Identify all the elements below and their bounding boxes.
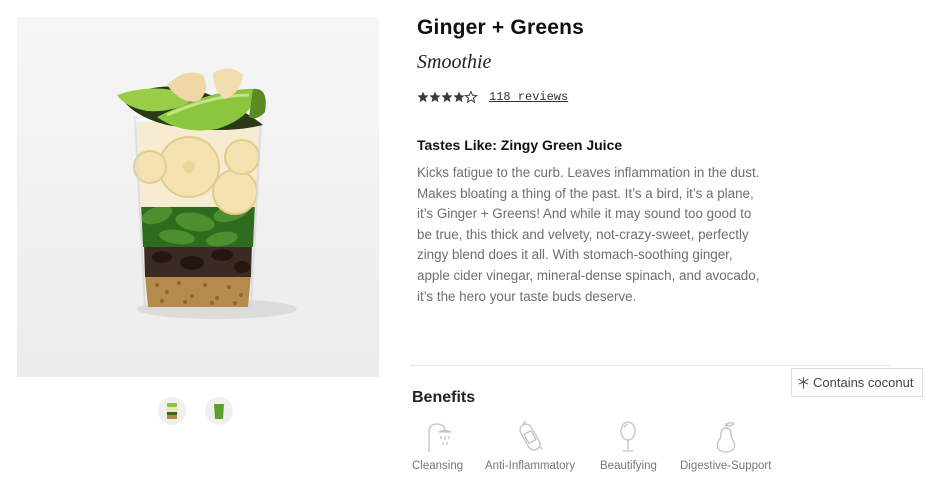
product-subtitle: Smoothie [417, 51, 492, 73]
allergen-label: Contains coconut [813, 375, 914, 390]
reviews-link[interactable]: 118 reviews [489, 90, 568, 104]
section-divider [410, 365, 890, 366]
benefit-digestive-support: Digestive-Support [680, 418, 771, 472]
benefit-label: Beautifying [600, 460, 657, 472]
thumbnail-blended[interactable] [205, 397, 233, 425]
benefit-label: Cleansing [412, 460, 464, 472]
product-image [17, 17, 379, 377]
product-title: Ginger + Greens [417, 16, 584, 39]
allergen-badge: Contains coconut [791, 368, 923, 397]
layered-cup-icon [167, 403, 177, 419]
tastes-like-heading: Tastes Like: Zingy Green Juice [417, 137, 623, 153]
benefit-beautifying: Beautifying [600, 418, 657, 472]
pear-icon [716, 422, 735, 453]
product-description: Kicks fatigue to the curb. Leaves inflam… [417, 165, 760, 304]
green-cup-icon [214, 404, 224, 419]
benefit-label: Digestive-Support [680, 460, 772, 472]
image-thumbnails [158, 397, 233, 425]
benefit-anti-inflammatory: Anti-Inflammatory [485, 418, 575, 472]
bandage-icon [519, 420, 543, 451]
mirror-icon [620, 421, 637, 452]
star-rating [417, 91, 479, 103]
benefit-label: Anti-Inflammatory [485, 460, 576, 472]
rating-row: 118 reviews [417, 90, 568, 104]
shower-icon [427, 423, 451, 452]
coconut-palm-icon [798, 377, 809, 389]
thumbnail-layered[interactable] [158, 397, 186, 425]
benefits-heading: Benefits [412, 389, 476, 406]
benefit-cleansing: Cleansing [412, 418, 463, 472]
